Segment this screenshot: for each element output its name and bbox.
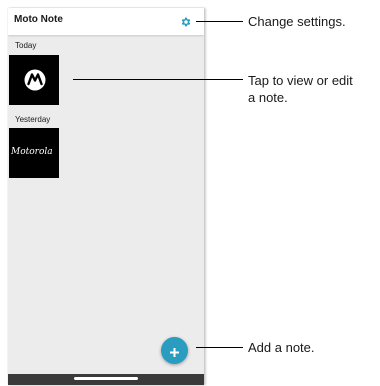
add-note-button[interactable] bbox=[161, 337, 188, 364]
app-title: Moto Note bbox=[14, 14, 63, 25]
callout-line-add bbox=[196, 347, 243, 348]
note-thumbnail-yesterday[interactable]: Motorola bbox=[9, 128, 59, 178]
plus-icon bbox=[169, 345, 180, 357]
callout-note-line1: Tap to view or edit bbox=[248, 73, 353, 88]
section-label-yesterday: Yesterday bbox=[15, 115, 51, 124]
callout-line-note bbox=[73, 79, 243, 80]
motorola-logo-icon bbox=[24, 69, 46, 91]
callout-add: Add a note. bbox=[248, 340, 315, 355]
phone-screen: Moto Note Today Yesterday Motorola bbox=[8, 8, 204, 385]
home-handle[interactable] bbox=[74, 377, 138, 380]
gear-icon[interactable] bbox=[180, 15, 192, 27]
app-bar: Moto Note bbox=[8, 8, 204, 35]
section-label-today: Today bbox=[15, 41, 37, 50]
callout-note-line2: a note. bbox=[248, 90, 288, 105]
navigation-bar bbox=[8, 374, 204, 385]
callout-settings: Change settings. bbox=[248, 14, 346, 29]
handwritten-note-text: Motorola bbox=[11, 147, 53, 157]
callout-line-settings bbox=[196, 21, 243, 22]
note-thumbnail-today[interactable] bbox=[9, 55, 59, 105]
